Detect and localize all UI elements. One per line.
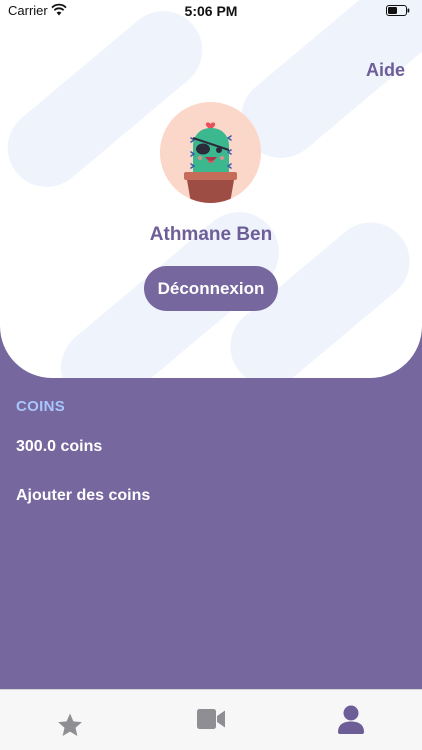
- tab-favorites[interactable]: [0, 690, 140, 750]
- tab-videos[interactable]: [141, 690, 281, 750]
- star-icon: [58, 713, 82, 736]
- profile-card: Carrier 5:06 PM Aide Athmane Ben Déconne…: [0, 0, 422, 378]
- avatar[interactable]: [160, 102, 261, 203]
- user-icon: [338, 705, 364, 734]
- status-bar: Carrier 5:06 PM: [0, 0, 422, 22]
- logout-button[interactable]: Déconnexion: [144, 266, 278, 311]
- cactus-avatar-icon: [160, 102, 261, 203]
- help-link[interactable]: Aide: [366, 60, 405, 81]
- video-camera-icon: [197, 709, 225, 729]
- tab-profile[interactable]: [282, 690, 422, 750]
- tab-bar: [0, 689, 422, 750]
- user-name: Athmane Ben: [149, 224, 273, 245]
- add-coins-button[interactable]: Ajouter des coins: [16, 487, 150, 505]
- status-time: 5:06 PM: [184, 3, 238, 19]
- coins-balance: 300.0 coins: [16, 438, 103, 455]
- battery-icon: [386, 5, 410, 16]
- coins-section-heading: COINS: [16, 398, 66, 415]
